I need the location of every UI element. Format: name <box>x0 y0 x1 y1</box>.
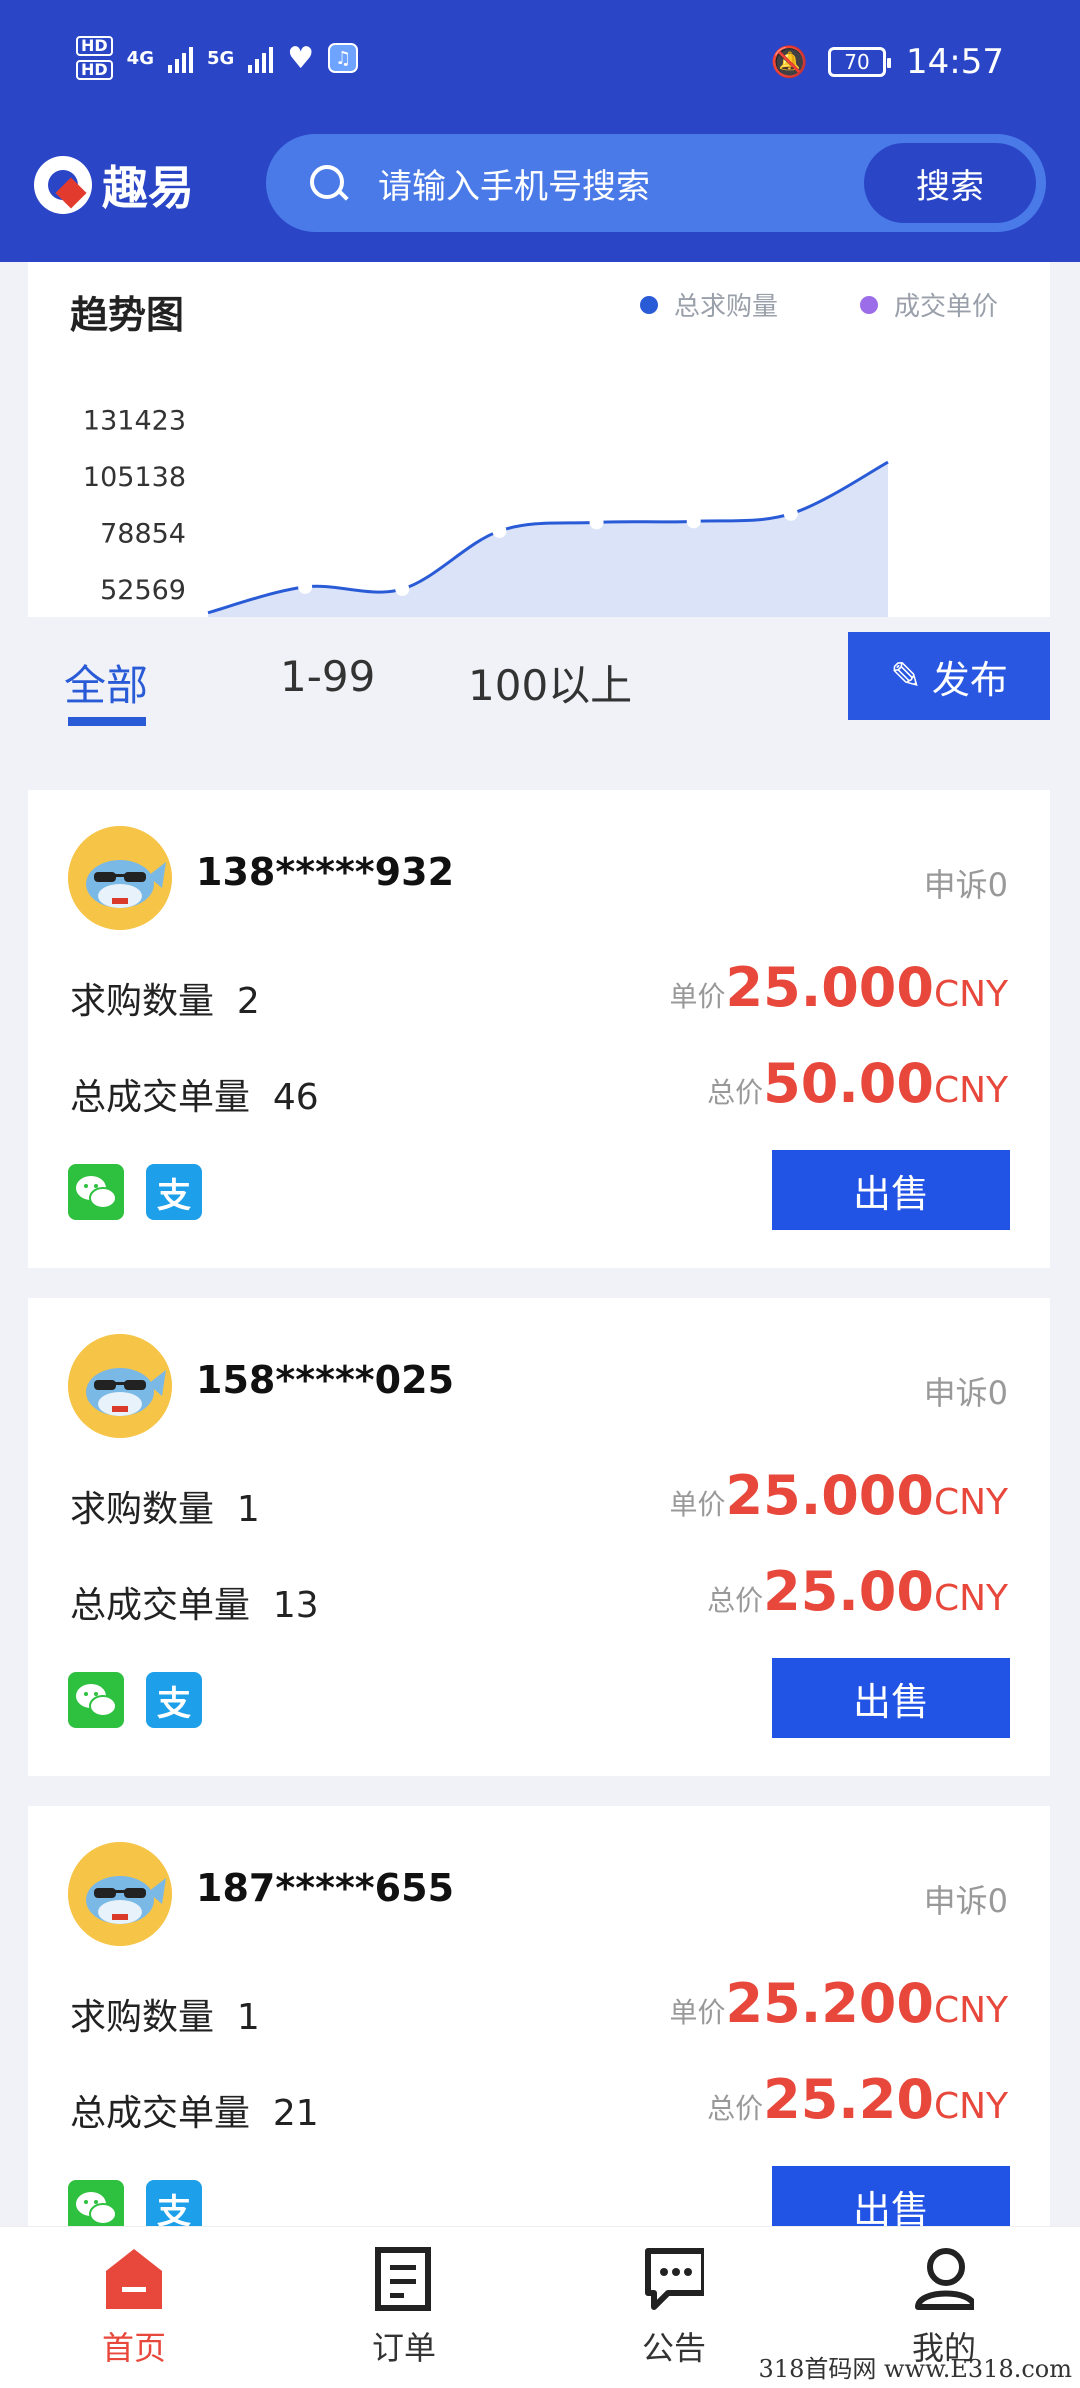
complaint-count[interactable]: 申诉0 <box>924 1876 1008 1922</box>
purchase-quantity: 求购数量 1 <box>70 1997 260 2038</box>
order-card[interactable]: 158*****025 申诉0 求购数量 1 总成交单量 13 单价 25.000… <box>28 1298 1050 1776</box>
sell-button[interactable]: 出售 <box>772 1658 1010 1738</box>
user-icon <box>915 2248 974 2310</box>
search-icon <box>308 163 348 203</box>
data-point[interactable] <box>492 524 507 538</box>
unit-price: 单价 25.200 CNY <box>669 1972 1008 2035</box>
buyer-phone: 138*****932 <box>196 850 455 894</box>
data-point[interactable] <box>589 515 604 530</box>
trend-chart-card: 趋势图 总求购量 成交单价 131423 105138 78854 52569 <box>28 262 1050 617</box>
alipay-icon: 支 <box>146 1672 202 1728</box>
music-app-icon: ♫ <box>328 43 359 73</box>
avatar <box>68 1334 172 1438</box>
total-price: 总价 25.20 CNY <box>707 2068 1008 2131</box>
total-deals: 总成交单量 13 <box>70 1585 319 1626</box>
home-icon <box>106 2249 162 2309</box>
hd-indicator: HD HD <box>76 36 113 80</box>
status-bar: HD HD 4G 5G ♥ ♫ 🔕 70 14:57 <box>0 36 1080 96</box>
data-point[interactable] <box>686 514 701 529</box>
data-point[interactable] <box>783 506 798 521</box>
battery-icon: 70 <box>828 47 892 77</box>
network-4g-label: 4G <box>126 47 154 69</box>
order-card[interactable]: 187*****655 申诉0 求购数量 1 总成交单量 21 单价 25.200… <box>28 1806 1050 2284</box>
order-icon <box>375 2247 431 2311</box>
data-point[interactable] <box>298 579 313 594</box>
search-input[interactable]: 请输入手机号搜索 <box>378 159 864 208</box>
nav-notice[interactable]: 公告 <box>594 2247 754 2369</box>
complaint-count[interactable]: 申诉0 <box>924 1368 1008 1414</box>
notice-icon <box>645 2248 704 2310</box>
total-price: 总价 25.00 CNY <box>707 1560 1008 1623</box>
total-deals: 总成交单量 46 <box>70 1077 319 1118</box>
logo-icon <box>34 156 92 214</box>
filter-tabs: 全部 1-99 100以上 ✎ 发布 <box>0 632 1080 742</box>
buyer-phone: 158*****025 <box>196 1358 455 1402</box>
y-tick-label: 78854 <box>100 518 186 549</box>
total-price: 总价 50.00 CNY <box>707 1052 1008 1115</box>
search-button[interactable]: 搜索 <box>864 143 1036 223</box>
tab-100-plus[interactable]: 100以上 <box>468 652 632 713</box>
unit-price: 单价 25.000 CNY <box>669 956 1008 1019</box>
series-area <box>208 462 888 617</box>
total-deals: 总成交单量 21 <box>70 2093 319 2134</box>
wechat-pay-icon <box>68 1164 124 1220</box>
y-tick-label: 105138 <box>83 462 186 493</box>
tab-all[interactable]: 全部 <box>64 652 148 713</box>
edit-icon: ✎ <box>890 654 922 698</box>
active-tab-indicator <box>68 717 146 726</box>
purchase-quantity: 求购数量 2 <box>70 981 260 1022</box>
trend-chart: 131423 105138 78854 52569 <box>83 405 889 617</box>
network-5g-label: 5G <box>206 47 235 69</box>
nav-orders[interactable]: 订单 <box>324 2247 484 2369</box>
data-point[interactable] <box>395 582 410 597</box>
purchase-quantity: 求购数量 1 <box>70 1489 260 1530</box>
signal-icon <box>167 43 193 73</box>
buyer-phone: 187*****655 <box>196 1866 455 1910</box>
avatar <box>68 826 172 930</box>
alipay-icon: 支 <box>146 1164 202 1220</box>
wechat-pay-icon <box>68 1672 124 1728</box>
y-tick-label: 52569 <box>100 575 186 606</box>
y-tick-label: 131423 <box>83 405 186 436</box>
heart-icon: ♥ <box>287 40 315 76</box>
search-bar[interactable]: 请输入手机号搜索 搜索 <box>266 134 1046 232</box>
signal-icon <box>248 43 274 73</box>
sell-button[interactable]: 出售 <box>772 1150 1010 1230</box>
complaint-count[interactable]: 申诉0 <box>924 860 1008 906</box>
tab-1-99[interactable]: 1-99 <box>280 652 375 701</box>
app-header: HD HD 4G 5G ♥ ♫ 🔕 70 14:57 趣易 请输入手机号搜索 搜… <box>0 0 1080 262</box>
avatar <box>68 1842 172 1946</box>
unit-price: 单价 25.000 CNY <box>669 1464 1008 1527</box>
clock: 14:57 <box>906 42 1004 82</box>
mute-bell-icon: 🔕 <box>770 44 809 80</box>
watermark: 318首码网 www.E318.com <box>758 2355 1072 2383</box>
app-logo: 趣易 <box>34 152 194 218</box>
logo-text: 趣易 <box>102 161 194 215</box>
order-card[interactable]: 138*****932 申诉0 求购数量 2 总成交单量 46 单价 25.000… <box>28 790 1050 1268</box>
publish-button[interactable]: ✎ 发布 <box>848 632 1050 720</box>
nav-home[interactable]: 首页 <box>54 2247 214 2369</box>
